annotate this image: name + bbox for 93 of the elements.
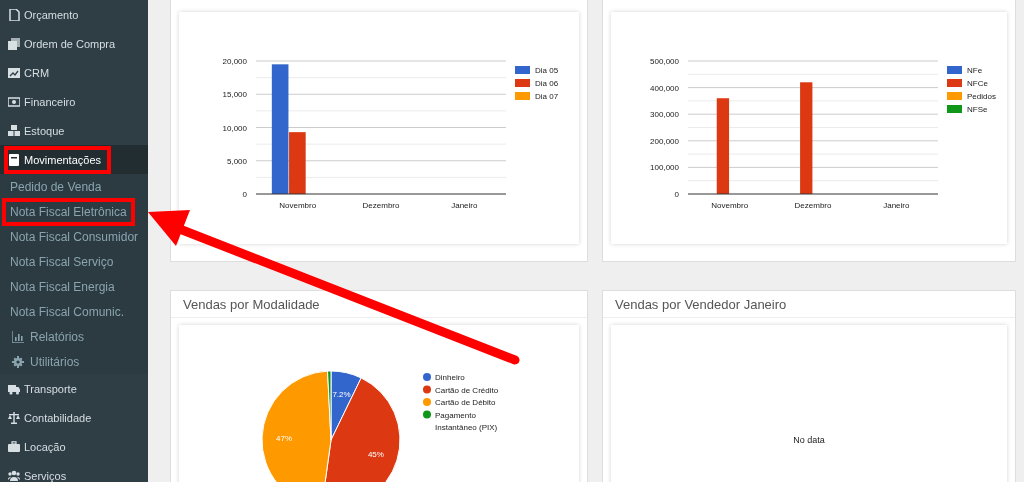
axis-label: Dezembro	[794, 201, 832, 210]
submenu-label: Nota Fiscal Energia	[10, 279, 115, 294]
legend-label: Dia 06	[535, 79, 559, 88]
submenu-label: Nota Fiscal Serviço	[10, 254, 114, 269]
axis-label: Novembro	[711, 201, 749, 210]
legend-swatch	[947, 105, 962, 113]
submenu-item[interactable]: Nota Fiscal Eletrônica	[0, 199, 148, 224]
legend-label: Dia 07	[535, 92, 559, 101]
axis-label: 10,000	[222, 123, 247, 133]
cards-icon	[8, 37, 20, 50]
legend-swatch	[947, 66, 962, 74]
menu-label: Transporte	[24, 382, 77, 395]
boxes-icon	[8, 124, 20, 137]
legend-dot	[423, 373, 431, 381]
axis-label: 0	[242, 190, 247, 199]
submenu-label: Nota Fiscal Eletrônica	[10, 204, 127, 219]
submenu-item[interactable]: Utilitários	[0, 349, 148, 374]
axis-label: 400,000	[650, 83, 679, 93]
slice-label: 45%	[367, 449, 384, 459]
submenu-item[interactable]: Nota Fiscal Energia	[0, 274, 148, 299]
legend-swatch	[515, 66, 530, 74]
axis-label: Dezembro	[362, 201, 400, 210]
axis-label: Janeiro	[451, 201, 478, 210]
legend-dot	[423, 385, 431, 394]
bar-chart-icon	[12, 330, 24, 343]
legend-label: NFe	[967, 66, 983, 75]
book-icon	[8, 153, 20, 166]
axis-label: Novembro	[279, 201, 317, 210]
axis-label: 20,000	[222, 57, 247, 66]
legend-swatch	[515, 92, 530, 100]
sidebar-item[interactable]: Estoque	[0, 116, 148, 145]
submenu-label: Nota Fiscal Consumidor	[10, 229, 139, 244]
card-title: Vendas por Modalidade	[171, 291, 587, 318]
chart-icon	[8, 66, 20, 79]
submenu-label: Relatórios	[30, 329, 85, 344]
axis-label: 0	[674, 190, 679, 199]
sidebar-item[interactable]: Ordem de Compra	[0, 29, 148, 58]
legend-label: Cartão de Crédito	[435, 385, 499, 395]
legend-dot	[423, 410, 431, 419]
axis-label: 15,000	[222, 90, 247, 100]
submenu-item[interactable]: Nota Fiscal Comunic.	[0, 299, 148, 324]
submenu-label: Pedido de Venda	[10, 179, 102, 194]
axis-label: 300,000	[650, 110, 679, 120]
empty-message: No data	[793, 435, 825, 445]
legend-swatch	[947, 79, 962, 87]
axis-label: 500,000	[650, 57, 679, 66]
menu-label: Movimentações	[24, 153, 102, 166]
menu-label: Financeiro	[24, 95, 76, 108]
sidebar-item[interactable]: Transporte	[0, 374, 148, 403]
sidebar-item[interactable]: Serviços	[0, 461, 148, 482]
legend-label: Dinheiro	[435, 373, 465, 382]
legend-label: Dia 05	[535, 66, 559, 75]
scale-icon	[8, 411, 20, 424]
legend-label: Cartão de Débito	[435, 398, 496, 407]
menu-label: CRM	[24, 66, 50, 79]
legend-swatch	[515, 79, 530, 87]
briefcase-icon	[8, 440, 20, 453]
menu-label: Contabilidade	[24, 411, 92, 424]
slice-label: 7.2%	[332, 390, 351, 400]
people-icon	[8, 469, 20, 482]
legend-swatch	[947, 92, 962, 100]
legend-label: NFCe	[967, 79, 988, 88]
menu-label: Orçamento	[24, 8, 79, 21]
submenu-item[interactable]: Nota Fiscal Consumidor	[0, 224, 148, 249]
submenu-item[interactable]: Nota Fiscal Serviço	[0, 249, 148, 274]
truck-icon	[8, 382, 20, 395]
axis-label: 200,000	[650, 136, 679, 146]
slice-label: 47%	[276, 433, 293, 443]
sidebar-item[interactable]: Contabilidade	[0, 403, 148, 432]
axis-label: 100,000	[650, 163, 679, 173]
sidebar-item[interactable]: Movimentações	[0, 145, 148, 174]
menu-label: Locação	[24, 440, 66, 453]
submenu-label: Nota Fiscal Comunic.	[10, 304, 125, 319]
card-title: Vendas por Vendedor Janeiro	[603, 291, 1015, 318]
legend-label: Pedidos	[967, 92, 996, 101]
submenu-item[interactable]: Relatórios	[0, 324, 148, 349]
axis-label: Janeiro	[883, 201, 910, 210]
sidebar-item[interactable]: Orçamento	[0, 0, 148, 29]
menu-label: Serviços	[24, 469, 67, 482]
menu-label: Estoque	[24, 124, 65, 137]
legend-label: NFSe	[967, 105, 988, 114]
sidebar-item[interactable]: Locação	[0, 432, 148, 461]
gear-icon	[12, 355, 24, 368]
menu-label: Ordem de Compra	[24, 37, 116, 50]
legend-dot	[423, 398, 431, 406]
sidebar-item[interactable]: Financeiro	[0, 87, 148, 116]
submenu-item[interactable]: Pedido de Venda	[0, 174, 148, 199]
sidebar-item[interactable]: CRM	[0, 58, 148, 87]
document-icon	[8, 8, 20, 21]
money-icon	[8, 95, 20, 108]
submenu-label: Utilitários	[30, 354, 80, 369]
legend-label: Pagamento Instantâneo (PIX)	[435, 410, 498, 432]
axis-label: 5,000	[226, 156, 247, 166]
